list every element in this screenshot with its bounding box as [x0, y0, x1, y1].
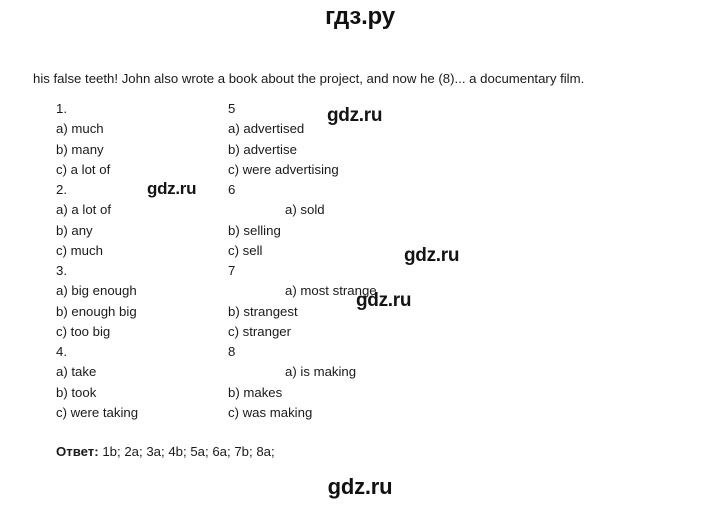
question-option: c) stranger	[228, 323, 292, 339]
question-option: c) was making	[228, 404, 313, 420]
answer-line: Ответ: 1b; 2a; 3a; 4b; 5a; 6a; 7b; 8a;	[56, 443, 275, 461]
question-number: 3.	[56, 263, 67, 278]
worksheet-page: гдз.ру his false teeth! John also wrote …	[0, 0, 720, 507]
question-number: 6	[228, 182, 236, 197]
question-number: 2.	[56, 182, 67, 197]
question-option: a) is making	[285, 364, 357, 380]
site-logo-footer: gdz.ru	[327, 474, 393, 499]
question-option: a) most strange	[285, 283, 377, 299]
watermark: gdz.ru	[356, 290, 412, 311]
answer-values: 1b; 2a; 3a; 4b; 5a; 6a; 7b; 8a;	[102, 444, 275, 459]
question-option: c) were taking	[56, 404, 139, 420]
watermark: gdz.ru	[404, 245, 460, 266]
question-option: b) many	[56, 141, 104, 157]
watermark: gdz.ru	[327, 105, 383, 126]
question-option: c) too big	[56, 323, 111, 339]
question-option: b) enough big	[56, 303, 137, 319]
question-option: b) makes	[228, 384, 283, 400]
site-logo-header: гдз.ру	[325, 3, 395, 30]
question-option: c) a lot of	[56, 161, 111, 177]
question-option: c) much	[56, 242, 103, 258]
question-option: b) strangest	[228, 303, 298, 319]
question-option: b) any	[56, 222, 93, 238]
question-option: b) selling	[228, 222, 281, 238]
intro-paragraph: his false teeth! John also wrote a book …	[33, 71, 585, 87]
question-option: b) took	[56, 384, 97, 400]
answer-label: Ответ:	[56, 444, 99, 459]
question-number: 4.	[56, 344, 67, 359]
question-option: a) take	[56, 364, 97, 380]
question-option: c) were advertising	[228, 161, 339, 177]
question-column-left: 1. a) much b) many c) a lot of 2. a) a lot of…	[56, 99, 236, 423]
question-number: 1.	[56, 101, 67, 116]
question-option: b) advertise	[228, 141, 297, 157]
watermark: gdz.ru	[147, 179, 197, 198]
question-option: a) sold	[285, 202, 325, 218]
question-option: a) a lot of	[56, 202, 111, 218]
question-option: a) much	[56, 121, 104, 137]
question-number: 8	[228, 344, 236, 359]
question-option: a) big enough	[56, 283, 137, 299]
